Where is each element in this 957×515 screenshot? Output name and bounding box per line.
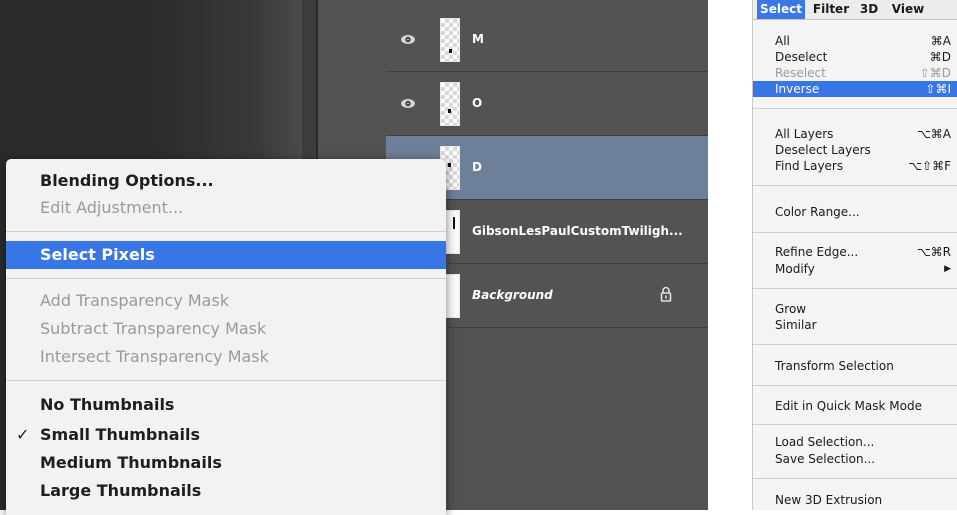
menu-item-label: Transform Selection bbox=[775, 359, 894, 373]
menubar-3d[interactable]: 3D bbox=[856, 0, 882, 19]
layer-visibility-toggle[interactable] bbox=[386, 8, 430, 72]
layer-thumbnail bbox=[440, 18, 460, 62]
menu-separator bbox=[753, 424, 957, 425]
menu-item-label: Refine Edge... bbox=[775, 245, 859, 259]
shortcut-label: ⌘A bbox=[930, 34, 951, 48]
menu-item-label: New 3D Extrusion bbox=[775, 493, 883, 507]
thumbnail-glyph bbox=[449, 49, 452, 53]
menu-item-save-selection[interactable]: Save Selection... bbox=[753, 451, 957, 467]
thumbnail-glyph bbox=[448, 109, 451, 113]
menu-separator bbox=[6, 278, 446, 279]
shortcut-label: ⌥⌘A bbox=[916, 127, 951, 141]
submenu-arrow-icon: ▶ bbox=[944, 264, 951, 274]
menubar-select[interactable]: Select bbox=[757, 0, 805, 19]
menu-item-small-thumbnails[interactable]: ✓ Small Thumbnails bbox=[6, 421, 446, 449]
menu-separator bbox=[6, 231, 446, 232]
menu-item-label: Small Thumbnails bbox=[40, 425, 201, 444]
shortcut-label: ⇧⌘I bbox=[925, 82, 951, 96]
menu-item-label: Deselect Layers bbox=[775, 143, 871, 157]
menu-item-deselect[interactable]: Deselect ⌘D bbox=[753, 49, 957, 65]
layer-name: M bbox=[472, 32, 484, 46]
shortcut-label: ⌥⌘R bbox=[916, 245, 951, 259]
eye-icon bbox=[401, 99, 415, 108]
thumbnail-glyph bbox=[453, 217, 455, 229]
menu-item-load-selection[interactable]: Load Selection... bbox=[753, 434, 957, 450]
menu-item-all-layers[interactable]: All Layers ⌥⌘A bbox=[753, 126, 957, 142]
menubar-view[interactable]: View bbox=[886, 0, 930, 19]
menu-separator bbox=[753, 288, 957, 289]
menu-item-grow[interactable]: Grow bbox=[753, 301, 957, 317]
layer-row-o[interactable]: O bbox=[386, 72, 708, 136]
menu-separator bbox=[753, 344, 957, 345]
menu-bar: Select Filter 3D View bbox=[753, 0, 957, 20]
menu-separator bbox=[753, 108, 957, 109]
eye-icon bbox=[401, 35, 415, 44]
menu-item-label: Color Range... bbox=[775, 205, 860, 219]
menu-item-no-thumbnails[interactable]: No Thumbnails bbox=[6, 391, 446, 419]
layer-thumbnail bbox=[440, 82, 460, 126]
menu-item-reselect: Reselect ⇧⌘D bbox=[753, 65, 957, 81]
canvas-sheen bbox=[150, 0, 302, 160]
shortcut-label: ⌥⇧⌘F bbox=[908, 159, 951, 173]
layer-row-m[interactable]: M bbox=[386, 8, 708, 72]
menu-item-label: Reselect bbox=[775, 66, 826, 80]
menu-separator bbox=[753, 478, 957, 479]
menu-item-find-layers[interactable]: Find Layers ⌥⇧⌘F bbox=[753, 158, 957, 174]
menu-item-add-transparency-mask: Add Transparency Mask bbox=[40, 291, 230, 310]
menu-item-inverse[interactable]: Inverse ⇧⌘I bbox=[753, 81, 957, 97]
menu-item-deselect-layers[interactable]: Deselect Layers bbox=[753, 142, 957, 158]
menu-item-color-range[interactable]: Color Range... bbox=[753, 204, 957, 220]
menu-item-large-thumbnails[interactable]: Large Thumbnails bbox=[6, 477, 446, 505]
menu-item-intersect-transparency-mask: Intersect Transparency Mask bbox=[40, 347, 269, 366]
shortcut-label: ⇧⌘D bbox=[919, 66, 951, 80]
menubar-filter[interactable]: Filter bbox=[809, 0, 853, 19]
menu-item-label: Inverse bbox=[775, 82, 820, 96]
menu-item-label: Load Selection... bbox=[775, 435, 875, 449]
shortcut-label: ⌘D bbox=[929, 50, 951, 64]
menu-separator bbox=[753, 185, 957, 186]
menu-separator bbox=[753, 232, 957, 233]
menu-item-subtract-transparency-mask: Subtract Transparency Mask bbox=[40, 319, 267, 338]
menu-item-blending-options[interactable]: Blending Options... bbox=[6, 167, 446, 195]
layer-name: O bbox=[472, 96, 483, 110]
menu-item-medium-thumbnails[interactable]: Medium Thumbnails bbox=[6, 449, 446, 477]
layer-name: Background bbox=[472, 288, 553, 302]
menu-item-label: All bbox=[775, 34, 790, 48]
menu-item-label: Edit in Quick Mask Mode bbox=[775, 399, 922, 413]
menu-item-label: Deselect bbox=[775, 50, 828, 64]
menu-item-edit-quick-mask[interactable]: Edit in Quick Mask Mode bbox=[753, 398, 957, 414]
menu-item-label: Save Selection... bbox=[775, 452, 876, 466]
layer-context-menu: Blending Options... Edit Adjustment... S… bbox=[6, 159, 446, 515]
menu-item-all[interactable]: All ⌘A bbox=[753, 33, 957, 49]
menu-item-modify[interactable]: Modify ▶ bbox=[753, 261, 957, 277]
lock-icon bbox=[660, 286, 672, 302]
menu-item-transform-selection[interactable]: Transform Selection bbox=[753, 358, 957, 374]
select-menu-panel: Select Filter 3D View All ⌘A Deselect ⌘D R… bbox=[752, 0, 957, 510]
layer-name: D bbox=[472, 160, 482, 174]
menu-item-label: All Layers bbox=[775, 127, 834, 141]
layer-name: GibsonLesPaulCustomTwiligh... bbox=[472, 224, 683, 238]
menu-separator bbox=[6, 380, 446, 381]
menu-item-new-3d-extrusion[interactable]: New 3D Extrusion bbox=[753, 492, 957, 508]
menu-item-label: Grow bbox=[775, 302, 807, 316]
menu-item-refine-edge[interactable]: Refine Edge... ⌥⌘R bbox=[753, 244, 957, 260]
menu-item-label: Modify bbox=[775, 262, 815, 276]
thumbnail-glyph bbox=[448, 163, 451, 167]
menu-item-similar[interactable]: Similar bbox=[753, 317, 957, 333]
menu-item-select-pixels[interactable]: Select Pixels bbox=[6, 241, 446, 269]
checkmark-icon: ✓ bbox=[16, 425, 30, 444]
menu-item-label: Similar bbox=[775, 318, 817, 332]
menu-item-edit-adjustment: Edit Adjustment... bbox=[40, 198, 184, 217]
menu-separator bbox=[753, 385, 957, 386]
menu-item-label: Find Layers bbox=[775, 159, 844, 173]
layer-visibility-toggle[interactable] bbox=[386, 72, 430, 136]
